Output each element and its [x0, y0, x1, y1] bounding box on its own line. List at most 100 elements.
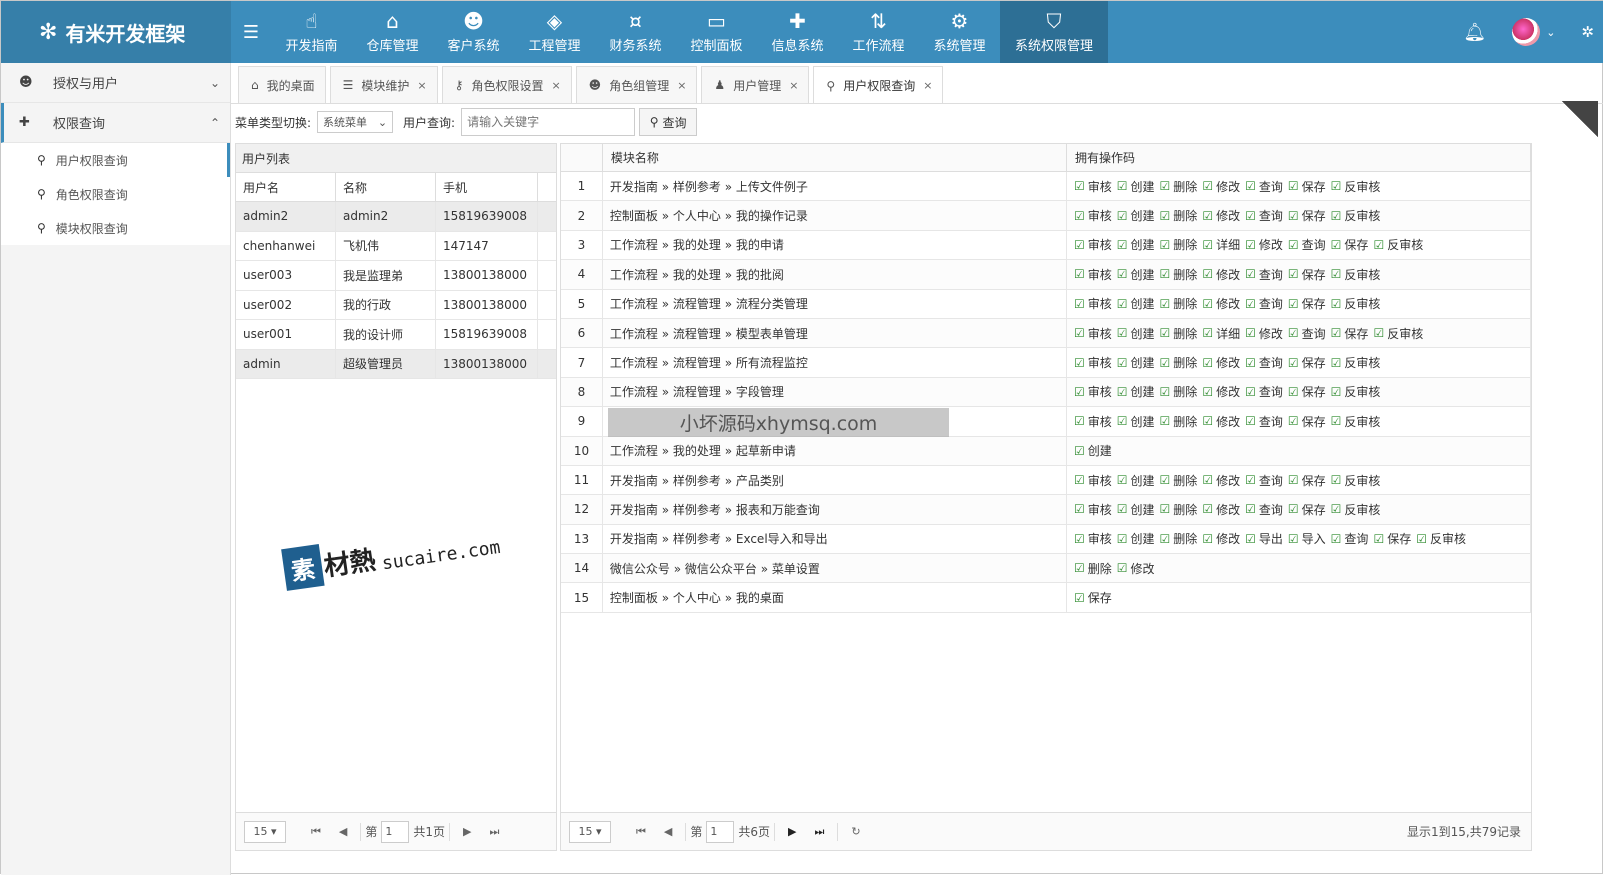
nav-item-6[interactable]: ✚ 信息系统 — [757, 1, 838, 63]
tab-3[interactable]: ☻ 角色组管理 × — [575, 66, 698, 103]
permission-row[interactable]: 13 开发指南 » 样例参考 » Excel导入和导出 ☑ 审核 ☑ 创建 ☑ 删除 ☑ 修改 ☑ 导… — [561, 524, 1532, 555]
permission-row[interactable]: 11 开发指南 » 样例参考 » 产品类别 ☑ 审核 ☑ 创建 ☑ 删除 ☑ 修改 ☑ 查询 ☑ 保存 ☑ 反… — [561, 465, 1532, 496]
nav-item-2[interactable]: ☻ 客户系统 — [433, 1, 514, 63]
user-row[interactable]: user002 我的行政 13800138000 — [236, 290, 556, 320]
gear-icon[interactable]: ✲ — [1581, 23, 1594, 41]
user-row[interactable]: admin2 admin2 15819639008 — [236, 202, 556, 232]
user-row[interactable]: chenhanwei 飞机伟 147147 — [236, 231, 556, 261]
permission-row[interactable]: 8 工作流程 » 流程管理 » 字段管理 ☑ 审核 ☑ 创建 ☑ 删除 ☑ 修改 ☑ 查询 ☑ 保存 ☑ 反审… — [561, 377, 1532, 408]
page-input[interactable]: 1 — [706, 820, 735, 843]
nav-item-5[interactable]: ▭ 控制面板 — [676, 1, 757, 63]
cell-codes: ☑ 创建 — [1067, 436, 1532, 465]
nav-item-3[interactable]: ◈ 工程管理 — [514, 1, 595, 63]
permission-row[interactable]: 10 工作流程 » 我的处理 » 起草新申请 ☑ 创建 — [561, 436, 1532, 466]
column-header-phone[interactable]: 手机 — [436, 173, 538, 201]
first-page-icon[interactable]: ⏮ — [311, 825, 321, 839]
next-page-icon[interactable]: ▶ — [788, 825, 796, 838]
tab-0[interactable]: ⌂ 我的桌面 — [238, 66, 326, 103]
app-logo[interactable]: ✻ 有米开发框架 — [1, 1, 231, 63]
tab-4[interactable]: ♟ 用户管理 × — [701, 66, 810, 103]
nav-item-7[interactable]: ⇅ 工作流程 — [838, 1, 919, 63]
nav-item-8[interactable]: ⚙ 系统管理 — [919, 1, 1000, 63]
nav-item-1[interactable]: ⌂ 仓库管理 — [352, 1, 433, 63]
nav-item-label: 开发指南 — [285, 39, 338, 54]
permission-row[interactable]: 12 开发指南 » 样例参考 » 报表和万能查询 ☑ 审核 ☑ 创建 ☑ 删除 ☑ 修改 ☑ 查询 ☑ 保… — [561, 495, 1532, 525]
fullscreen-toggle-icon[interactable] — [1562, 101, 1598, 137]
page-input[interactable]: 1 — [381, 820, 410, 843]
operation-code: 创建 — [1130, 473, 1155, 488]
operation-code: 创建 — [1130, 209, 1155, 224]
checkbox-checked-icon: ☑ — [1116, 384, 1128, 399]
first-page-icon[interactable]: ⏮ — [636, 825, 646, 839]
tab-5[interactable]: ⚲ 用户权限查询 × — [813, 66, 944, 104]
checkbox-checked-icon: ☑ — [1287, 531, 1299, 546]
user-row[interactable]: admin 超级管理员 13800138000 — [236, 349, 556, 379]
sidebar-item-role-permission[interactable]: ⚲ 角色权限查询 — [1, 177, 230, 211]
checkbox-checked-icon: ☑ — [1245, 473, 1256, 488]
query-button[interactable]: ⚲ 查询 — [639, 108, 698, 136]
permission-row[interactable]: 15 控制面板 » 个人中心 » 我的桌面 ☑ 保存 — [561, 583, 1532, 613]
refresh-icon[interactable]: ↻ — [851, 825, 860, 838]
cell-phone: 13800138000 — [436, 349, 538, 378]
last-page-icon[interactable]: ⏭ — [815, 825, 825, 839]
close-icon[interactable]: × — [417, 79, 426, 92]
permission-row[interactable]: 6 工作流程 » 流程管理 » 模型表单管理 ☑ 审核 ☑ 创建 ☑ 删除 ☑ 详细 ☑ 修改 ☑ 查询 ☑… — [561, 318, 1532, 349]
close-icon[interactable]: × — [677, 79, 686, 92]
next-page-icon[interactable]: ▶ — [463, 825, 471, 838]
menu-toggle-icon[interactable]: ☰ — [233, 1, 269, 63]
column-header-name[interactable]: 名称 — [336, 173, 436, 201]
nav-item-0[interactable]: ☝ 开发指南 — [271, 1, 352, 63]
column-header-codes[interactable]: 拥有操作码 — [1067, 144, 1531, 171]
operation-code: 保存 — [1301, 267, 1326, 282]
column-header-username[interactable]: 用户名 — [236, 173, 336, 201]
page-prefix: 第 — [365, 825, 378, 839]
puzzle-icon: ✚ — [789, 9, 806, 33]
permission-row[interactable]: 1 开发指南 » 样例参考 » 上传文件例子 ☑ 审核 ☑ 创建 ☑ 删除 ☑ 修改 ☑ 查询 ☑ 保存 ☑… — [561, 172, 1532, 202]
operation-code: 创建 — [1130, 502, 1155, 517]
column-header-module[interactable]: 模块名称 — [603, 144, 1067, 171]
sidebar-item-user-permission[interactable]: ⚲ 用户权限查询 — [1, 143, 230, 177]
operation-code: 保存 — [1301, 297, 1326, 312]
prev-page-icon[interactable]: ◀ — [339, 825, 347, 838]
chevron-down-icon[interactable]: ⌄ — [1546, 26, 1555, 39]
users-icon: ☻ — [463, 9, 484, 33]
checkbox-checked-icon: ☑ — [1245, 531, 1256, 546]
permission-row[interactable]: 4 工作流程 » 我的处理 » 我的批阅 ☑ 审核 ☑ 创建 ☑ 删除 ☑ 修改 ☑ 查询 ☑ 保存 ☑ 反审… — [561, 260, 1532, 290]
tab-1[interactable]: ☰ 模块维护 × — [329, 66, 438, 103]
permission-row[interactable]: 7 工作流程 » 流程管理 » 所有流程监控 ☑ 审核 ☑ 创建 ☑ 删除 ☑ 修改 ☑ 查询 ☑ 保存 ☑… — [561, 348, 1532, 378]
nav-item-9[interactable]: ⛉ 系统权限管理 — [1000, 1, 1108, 63]
permission-row[interactable]: 14 微信公众号 » 微信公众平台 » 菜单设置 ☑ 删除 ☑ 修改 — [561, 554, 1532, 584]
checkbox-checked-icon: ☑ — [1330, 267, 1342, 282]
close-icon[interactable]: × — [551, 79, 560, 92]
close-icon[interactable]: × — [789, 79, 798, 92]
checkbox-checked-icon: ☑ — [1202, 473, 1214, 488]
cell-index: 11 — [561, 465, 603, 495]
user-row[interactable]: user003 我是监理弟 13800138000 — [236, 261, 556, 291]
operation-code: 删除 — [1173, 209, 1198, 224]
checkbox-checked-icon: ☑ — [1116, 326, 1128, 341]
sidebar-group-auth-users[interactable]: ☻ 授权与用户 ⌄ — [1, 63, 230, 103]
prev-page-icon[interactable]: ◀ — [664, 825, 672, 838]
checkbox-checked-icon: ☑ — [1245, 208, 1256, 223]
bell-icon[interactable]: 🔔︎ — [1463, 22, 1486, 43]
permission-row[interactable]: 5 工作流程 » 流程管理 » 流程分类管理 ☑ 审核 ☑ 创建 ☑ 删除 ☑ 修改 ☑ 查询 ☑ 保存 ☑… — [561, 289, 1532, 319]
close-icon[interactable]: × — [923, 79, 932, 92]
nav-item-4[interactable]: ¤ 财务系统 — [595, 1, 676, 63]
tab-divider — [231, 103, 1603, 104]
sidebar-group-permission-query[interactable]: ✚ 权限查询 ⌃ — [1, 103, 230, 143]
user-row[interactable]: user001 我的设计师 15819639008 — [236, 320, 556, 350]
last-page-icon[interactable]: ⏭ — [490, 825, 500, 839]
tab-2[interactable]: ⚷ 角色权限设置 × — [441, 66, 572, 103]
page-size-select[interactable]: 15 ▾ — [244, 820, 286, 843]
sidebar: ☻ 授权与用户 ⌄ ✚ 权限查询 ⌃ ⚲ 用户权限查询 ⚲ 角色权限查询 ⚲ 模… — [1, 63, 231, 875]
permission-row[interactable]: 3 工作流程 » 我的处理 » 我的申请 ☑ 审核 ☑ 创建 ☑ 删除 ☑ 详细 ☑ 修改 ☑ 查询 ☑ 保存… — [561, 230, 1532, 261]
keyword-input[interactable] — [461, 108, 636, 136]
menu-type-select[interactable]: 系统菜单 ⌄ — [317, 111, 394, 133]
page-size-select[interactable]: 15 ▾ — [569, 820, 611, 843]
user-avatar[interactable] — [1512, 18, 1541, 46]
operation-code: 反审核 — [1387, 326, 1424, 341]
checkbox-checked-icon: ☑ — [1245, 296, 1256, 311]
cell-phone: 13800138000 — [436, 290, 538, 319]
permission-row[interactable]: 2 控制面板 » 个人中心 » 我的操作记录 ☑ 审核 ☑ 创建 ☑ 删除 ☑ 修改 ☑ 查询 ☑ 保存 ☑… — [561, 201, 1532, 231]
sidebar-item-module-permission[interactable]: ⚲ 模块权限查询 — [1, 211, 230, 245]
